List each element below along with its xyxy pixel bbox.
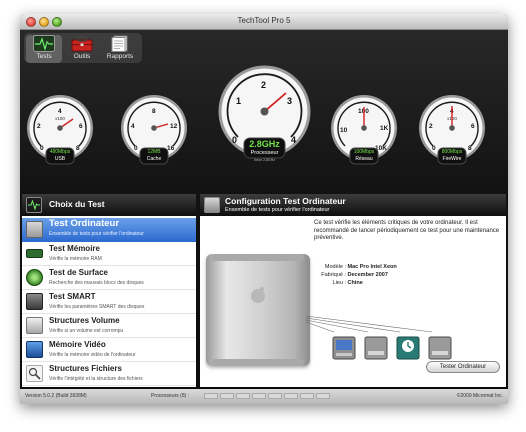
computer-test-icon	[26, 221, 43, 238]
usb-label: USB	[54, 156, 66, 162]
test-item-video[interactable]: Mémoire Vidéo Vérifie la mémoire vidéo d…	[22, 338, 196, 362]
processeur-gauge: 0 1 2 3 4 2.8GHz Processeur Xeon 2.8GHz	[217, 64, 312, 174]
toolbar-rapports-button[interactable]: Rapports	[102, 35, 138, 63]
svg-text:10: 10	[340, 127, 348, 134]
test-item-smart[interactable]: Test SMART Vérifie les paramètres SMART …	[22, 290, 196, 314]
toolbar-tests-button[interactable]: Tests	[26, 35, 62, 63]
processor-meter	[236, 393, 250, 399]
test-item-volume[interactable]: Structures Volume Vérifie si un volume e…	[22, 314, 196, 338]
svg-text:x100: x100	[55, 116, 65, 121]
svg-text:12: 12	[170, 123, 178, 130]
test-choice-title: Choix du Test	[49, 199, 105, 209]
test-item-memoire[interactable]: Test Mémoire Vérifie la mémoire RAM	[22, 242, 196, 266]
processor-meter	[316, 393, 330, 399]
svg-text:8: 8	[152, 108, 156, 115]
svg-text:1K: 1K	[380, 125, 389, 132]
processors-label: Processeurs (8) :	[151, 393, 190, 399]
processor-meters	[204, 393, 332, 401]
test-item-name: Structures Fichiers	[49, 364, 122, 373]
test-item-fichiers[interactable]: Structures Fichiers Vérifie l'intégrité …	[22, 362, 196, 386]
reseau-gauge: 10 100 1K 10K 100Mbps Réseau	[330, 94, 398, 168]
test-choice-header: Choix du Test	[22, 194, 196, 216]
volume-structure-icon	[26, 317, 43, 334]
toolbar-outils-button[interactable]: Outils	[64, 35, 100, 63]
test-item-desc: Vérifie la mémoire RAM	[49, 256, 102, 262]
firewire-label: FireWire	[442, 156, 462, 162]
time-machine-disk-icon	[396, 334, 420, 362]
test-list: Test Ordinateur Ensemble de tests pour v…	[22, 218, 196, 386]
title-bar[interactable]: TechTool Pro 5	[20, 14, 508, 30]
disk-drive-1-icon	[332, 334, 356, 362]
disk-surface-icon	[26, 269, 43, 286]
test-item-desc: Vérifie si un volume est corrompu	[49, 328, 124, 334]
toolbox-icon	[71, 36, 93, 52]
test-item-name: Test SMART	[49, 292, 96, 301]
test-item-desc: Vérifie l'intégrité et la structure des …	[49, 376, 143, 382]
processor-meter	[268, 393, 282, 399]
toolbar-label: Tests	[36, 53, 52, 60]
svg-text:4: 4	[58, 108, 62, 115]
usb-gauge: 0 2 4 6 8 x100 480Mbps USB	[26, 94, 94, 168]
firewire-value: 800Mbps	[441, 149, 463, 155]
firewire-gauge: 0 2 4 6 8 x100 800Mbps FireWire	[418, 94, 486, 168]
test-item-name: Test Ordinateur	[49, 218, 120, 229]
file-structure-icon	[26, 365, 43, 382]
test-item-desc: Vérifie les paramètres SMART des disques	[49, 304, 145, 310]
test-item-name: Test Mémoire	[49, 244, 100, 253]
test-item-name: Test de Surface	[49, 268, 108, 277]
svg-text:2: 2	[429, 123, 433, 130]
svg-text:2: 2	[261, 80, 266, 90]
processeur-sublabel: Xeon 2.8GHz	[253, 158, 275, 162]
reseau-value: 100Mbps	[353, 149, 375, 155]
test-item-surface[interactable]: Test de Surface Recherche des mauvais bl…	[22, 266, 196, 290]
test-item-desc: Vérifie la mémoire vidéo de l'ordinateur	[49, 352, 136, 358]
memory-chip-icon	[26, 249, 43, 258]
disk-drive-2-icon	[364, 334, 388, 362]
copyright-label: ©2009 Micromat Inc.	[456, 393, 503, 399]
test-item-name: Structures Volume	[49, 316, 120, 325]
processeur-value: 2.8GHz	[249, 139, 280, 149]
version-label: Version 5.0.2 (Build 3938M)	[25, 393, 87, 399]
processor-meter	[284, 393, 298, 399]
processor-meter	[300, 393, 314, 399]
processor-meter	[220, 393, 234, 399]
window-title: TechTool Pro 5	[237, 16, 291, 25]
test-choice-panel: Choix du Test Test Ordinateur Ensemble d…	[22, 194, 196, 387]
test-item-ordinateur[interactable]: Test Ordinateur Ensemble de tests pour v…	[22, 218, 196, 242]
report-icon	[111, 35, 128, 52]
svg-text:4: 4	[131, 123, 135, 130]
video-memory-icon	[26, 341, 43, 358]
processor-meter	[204, 393, 218, 399]
cache-label: Cache	[146, 156, 162, 162]
svg-text:3: 3	[287, 96, 292, 106]
test-item-desc: Recherche des mauvais blocs des disques	[49, 280, 144, 286]
svg-text:6: 6	[79, 123, 83, 130]
processeur-label: Processeur	[250, 150, 279, 156]
toolbar-label: Rapports	[106, 53, 134, 60]
usb-value: 480Mbps	[49, 149, 71, 155]
tester-ordinateur-button[interactable]: Tester Ordinateur	[426, 361, 500, 373]
reseau-label: Réseau	[355, 156, 373, 162]
heartbeat-icon	[33, 35, 55, 52]
test-item-name: Mémoire Vidéo	[49, 340, 106, 349]
svg-text:1: 1	[236, 96, 241, 106]
disk-drive-3-icon	[428, 334, 452, 362]
toolbar: Tests Outils Rapports	[24, 33, 142, 63]
svg-text:2: 2	[37, 123, 41, 130]
svg-text:6: 6	[471, 123, 475, 130]
cache-gauge: 0 4 8 12 16 12MB Cache	[120, 94, 188, 168]
smart-drive-icon	[26, 293, 43, 310]
toolbar-label: Outils	[73, 53, 91, 60]
heartbeat-icon	[26, 197, 42, 213]
test-item-desc: Ensemble de tests pour vérifier l'ordina…	[49, 231, 144, 237]
status-bar: Version 5.0.2 (Build 3938M) Processeurs …	[20, 389, 508, 404]
configuration-panel: Configuration Test Ordinateur Ensemble d…	[200, 194, 506, 387]
processor-meter	[252, 393, 266, 399]
cache-value: 12MB	[147, 149, 161, 155]
techtool-window: TechTool Pro 5 Tests Outils Rapports 0 2…	[20, 14, 508, 404]
